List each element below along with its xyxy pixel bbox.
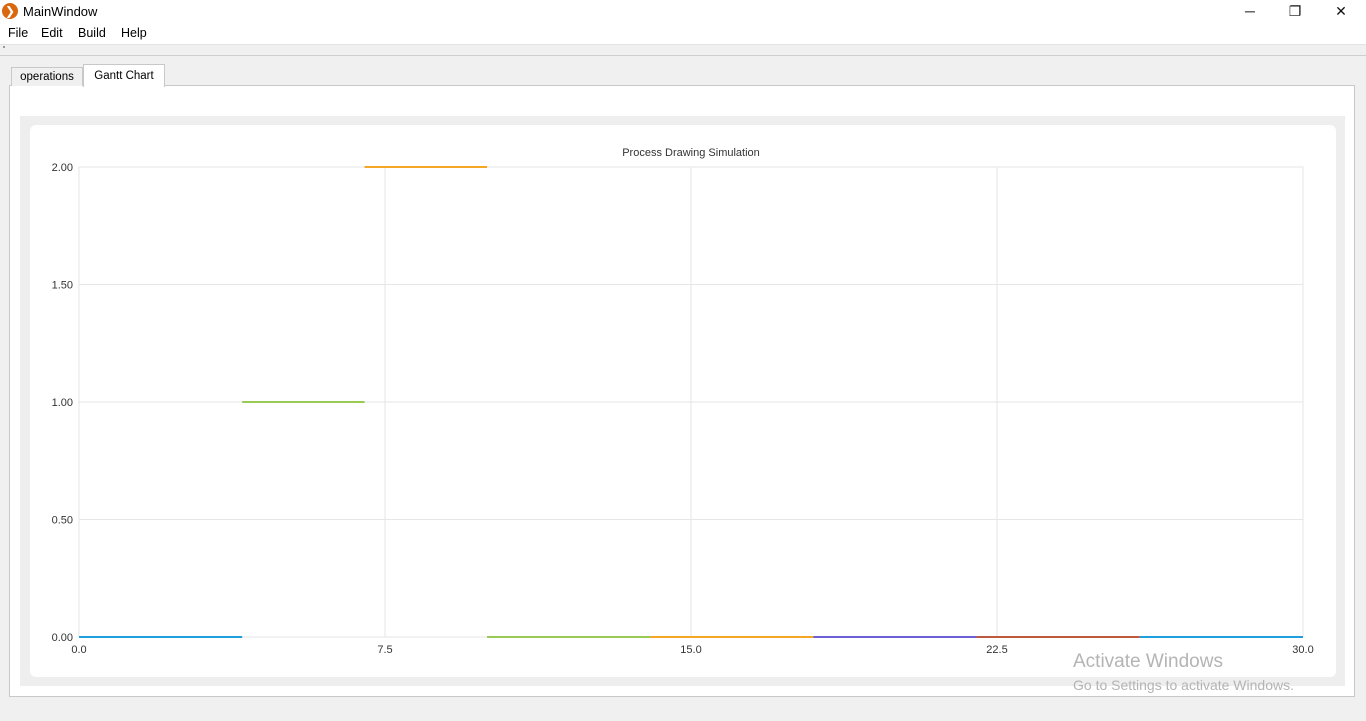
x-tick-label: 7.5 (377, 644, 392, 656)
activation-watermark-title: Activate Windows (1073, 651, 1223, 672)
x-tick-label: 22.5 (986, 644, 1007, 656)
tab-gantt-chart[interactable]: Gantt Chart (83, 64, 165, 87)
y-tick-label: 2.00 (52, 162, 73, 174)
activation-watermark-subtitle: Go to Settings to activate Windows. (1073, 677, 1294, 693)
chart-title: Process Drawing Simulation (622, 147, 760, 159)
x-tick-label: 30.0 (1292, 644, 1313, 656)
gantt-chart: Process Drawing Simulation 0.00 0.50 1.00 1.… (52, 147, 1314, 656)
y-tick-label: 0.00 (52, 632, 73, 644)
x-tick-label: 0.0 (71, 644, 86, 656)
y-tick-label: 1.50 (52, 280, 73, 292)
x-tick-label: 15.0 (680, 644, 701, 656)
y-tick-label: 1.00 (52, 397, 73, 409)
y-tick-label: 0.50 (52, 515, 73, 527)
